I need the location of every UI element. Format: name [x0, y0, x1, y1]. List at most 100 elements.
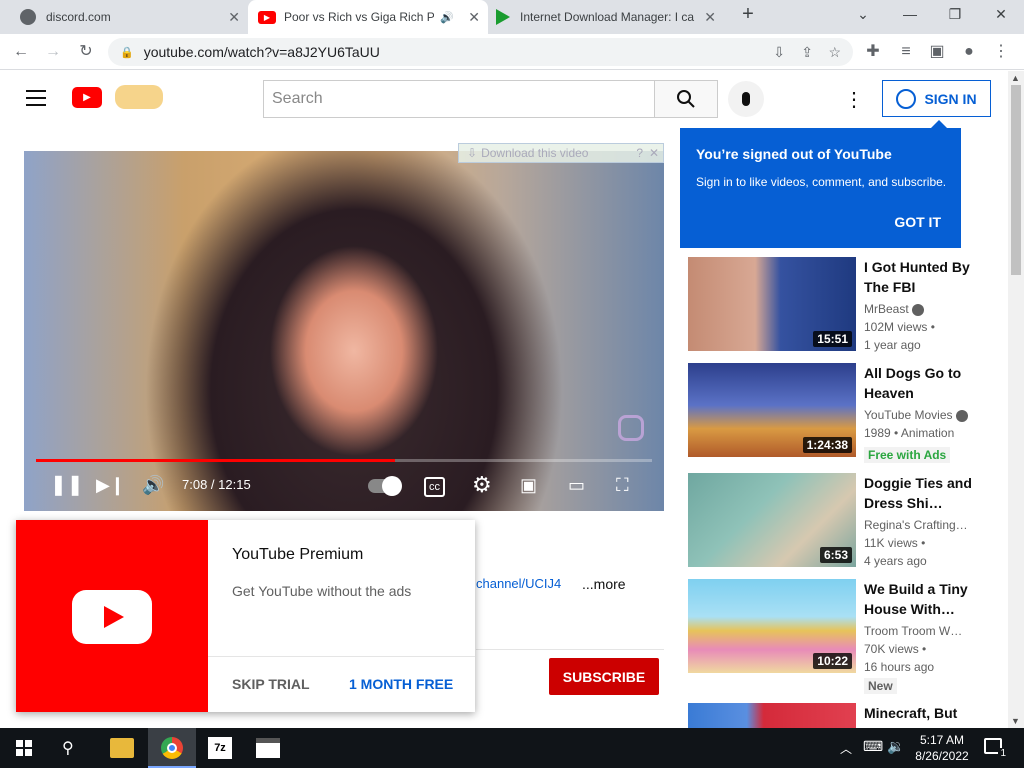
youtube-header: ▶ Search ⋮ SIGN IN: [0, 71, 1008, 127]
settings-gear-icon[interactable]: ⚙: [472, 473, 492, 497]
duration: 1:24:38: [802, 437, 852, 453]
7zip-icon[interactable]: 7z: [208, 737, 232, 759]
channel-name[interactable]: MrBeast: [864, 302, 925, 316]
new-tab-icon[interactable]: +: [733, 3, 763, 26]
video-title[interactable]: I Got Hunted By The FBI: [864, 257, 974, 297]
search-input[interactable]: Search: [263, 80, 655, 118]
scroll-thumb[interactable]: [1011, 85, 1021, 275]
notification-center-icon[interactable]: 1: [984, 738, 1008, 760]
notification-count: 1: [998, 748, 1008, 760]
tab-idm[interactable]: Internet Download Manager: I ca ✕: [488, 0, 724, 34]
minimize-icon[interactable]: —: [895, 6, 925, 22]
window-close-icon[interactable]: ✕: [986, 6, 1016, 23]
video-title[interactable]: We Build a Tiny House With…: [864, 579, 974, 619]
related-video-4[interactable]: 10:22 We Build a Tiny House With… Troom …: [688, 579, 978, 694]
back-icon[interactable]: ←: [10, 42, 32, 62]
video-title[interactable]: All Dogs Go to Heaven: [864, 363, 974, 403]
file-explorer-icon[interactable]: [110, 738, 134, 758]
clapperboard-icon[interactable]: [256, 738, 280, 758]
volume-icon[interactable]: 🔉: [887, 738, 904, 755]
search-icon[interactable]: ⚲: [62, 738, 74, 758]
video-title[interactable]: Minecraft, But: [864, 703, 978, 723]
theater-mode-icon[interactable]: ▭: [568, 473, 585, 497]
scroll-up-arrow-icon[interactable]: ▲: [1011, 73, 1020, 83]
tab-title: discord.com: [46, 10, 111, 24]
doodle-logo-icon[interactable]: [115, 85, 163, 109]
subscribe-button[interactable]: SUBSCRIBE: [549, 658, 659, 695]
youtube-logo-icon[interactable]: ▶: [72, 87, 102, 108]
show-hidden-icons[interactable]: ︿: [840, 740, 852, 757]
idm-play-icon: [496, 9, 510, 25]
microphone-icon[interactable]: [728, 81, 764, 117]
video-thumbnail[interactable]: 15:51: [688, 257, 856, 351]
media-queue-icon[interactable]: ≡: [895, 42, 917, 62]
share-icon[interactable]: ⇪: [801, 44, 813, 61]
speaker-icon[interactable]: 🔊: [440, 11, 454, 24]
related-video-3[interactable]: 6:53 Doggie Ties and Dress Shi… Regina's…: [688, 473, 978, 569]
autoplay-toggle-icon[interactable]: [368, 473, 402, 497]
hamburger-menu-icon[interactable]: [26, 90, 46, 106]
search-button[interactable]: [654, 80, 718, 118]
clock[interactable]: 5:17 AM 8/26/2022: [912, 732, 972, 764]
channel-name[interactable]: YouTube Movies: [864, 408, 968, 422]
pause-icon[interactable]: ❚❚: [50, 473, 84, 497]
video-player[interactable]: ❚❚ ▶❙ 🔊 7:08 / 12:15 cc ⚙ ▣ ▭ ⛶: [24, 151, 664, 511]
related-video-1[interactable]: 15:51 I Got Hunted By The FBI MrBeast 10…: [688, 257, 978, 353]
close-tab-icon[interactable]: ✕: [228, 9, 240, 26]
menu-dots-icon[interactable]: ⋮: [990, 42, 1012, 62]
verified-icon: [912, 303, 925, 316]
restore-icon[interactable]: ❐: [940, 6, 970, 23]
captions-icon[interactable]: cc: [424, 477, 445, 497]
progress-bar[interactable]: [36, 459, 652, 462]
tab-discord[interactable]: discord.com ✕: [8, 0, 248, 34]
show-more-link[interactable]: ...more: [582, 576, 626, 592]
video-title[interactable]: Doggie Ties and Dress Shi…: [864, 473, 974, 513]
close-tab-icon[interactable]: ✕: [468, 9, 480, 26]
progress-fill: [36, 459, 395, 462]
premium-promo-dialog: YouTube Premium Get YouTube without the …: [16, 520, 475, 712]
miniplayer-icon[interactable]: ▣: [520, 473, 537, 497]
download-icon: ⇩: [467, 146, 478, 160]
chevron-down-icon[interactable]: ⌄: [848, 6, 878, 23]
side-panel-icon[interactable]: ▣: [926, 42, 948, 62]
skip-trial-button[interactable]: SKIP TRIAL: [232, 676, 310, 692]
channel-link[interactable]: channel/UCIJ4: [476, 576, 561, 591]
page-scrollbar[interactable]: ▲ ▼: [1008, 71, 1024, 728]
tab-youtube[interactable]: ▶ Poor vs Rich vs Giga Rich Pre 🔊 ✕: [248, 0, 488, 34]
video-thumbnail[interactable]: [688, 703, 856, 728]
related-video-5[interactable]: Minecraft, But: [688, 703, 978, 728]
bookmark-star-icon[interactable]: ☆: [828, 44, 841, 61]
sign-in-button[interactable]: SIGN IN: [882, 80, 991, 117]
volume-icon[interactable]: 🔊: [142, 473, 164, 497]
video-thumbnail[interactable]: 1:24:38: [688, 363, 856, 457]
close-tab-icon[interactable]: ✕: [704, 9, 716, 26]
signed-out-title: You’re signed out of YouTube: [696, 146, 892, 162]
scroll-down-arrow-icon[interactable]: ▼: [1011, 716, 1020, 726]
one-month-free-button[interactable]: 1 MONTH FREE: [349, 676, 453, 692]
next-icon[interactable]: ▶❙: [96, 473, 125, 497]
date-label: 8/26/2022: [915, 749, 969, 763]
lock-icon: 🔒: [120, 46, 134, 59]
network-icon[interactable]: ⌨: [863, 738, 883, 755]
settings-dots-icon[interactable]: ⋮: [844, 87, 864, 112]
channel-name[interactable]: Regina's Crafting…: [864, 518, 968, 532]
windows-start-icon[interactable]: [16, 740, 32, 756]
chrome-icon[interactable]: [148, 728, 196, 768]
related-video-2[interactable]: 1:24:38 All Dogs Go to Heaven YouTube Mo…: [688, 363, 978, 463]
forward-icon[interactable]: →: [42, 42, 64, 62]
duration: 6:53: [819, 547, 852, 563]
got-it-button[interactable]: GOT IT: [894, 214, 941, 230]
video-thumbnail[interactable]: 6:53: [688, 473, 856, 567]
video-thumbnail[interactable]: 10:22: [688, 579, 856, 673]
close-icon[interactable]: ✕: [649, 146, 659, 160]
fullscreen-icon[interactable]: ⛶: [616, 473, 629, 497]
extensions-icon[interactable]: ✚: [862, 42, 884, 62]
help-icon[interactable]: ?: [636, 146, 643, 160]
channel-name[interactable]: Troom Troom W…: [864, 624, 962, 638]
install-icon[interactable]: ⇩: [773, 44, 785, 61]
windows-taskbar: ⚲ 7z ︿ ⌨ 🔉 5:17 AM 8/26/2022 1: [0, 728, 1024, 768]
address-bar[interactable]: 🔒 youtube.com/watch?v=a8J2YU6TaUU ⇩ ⇪ ☆: [108, 38, 853, 66]
profile-icon[interactable]: ●: [958, 42, 980, 62]
idm-download-panel[interactable]: ⇩ Download this video ? ✕: [458, 143, 664, 163]
reload-icon[interactable]: ↻: [75, 42, 97, 62]
